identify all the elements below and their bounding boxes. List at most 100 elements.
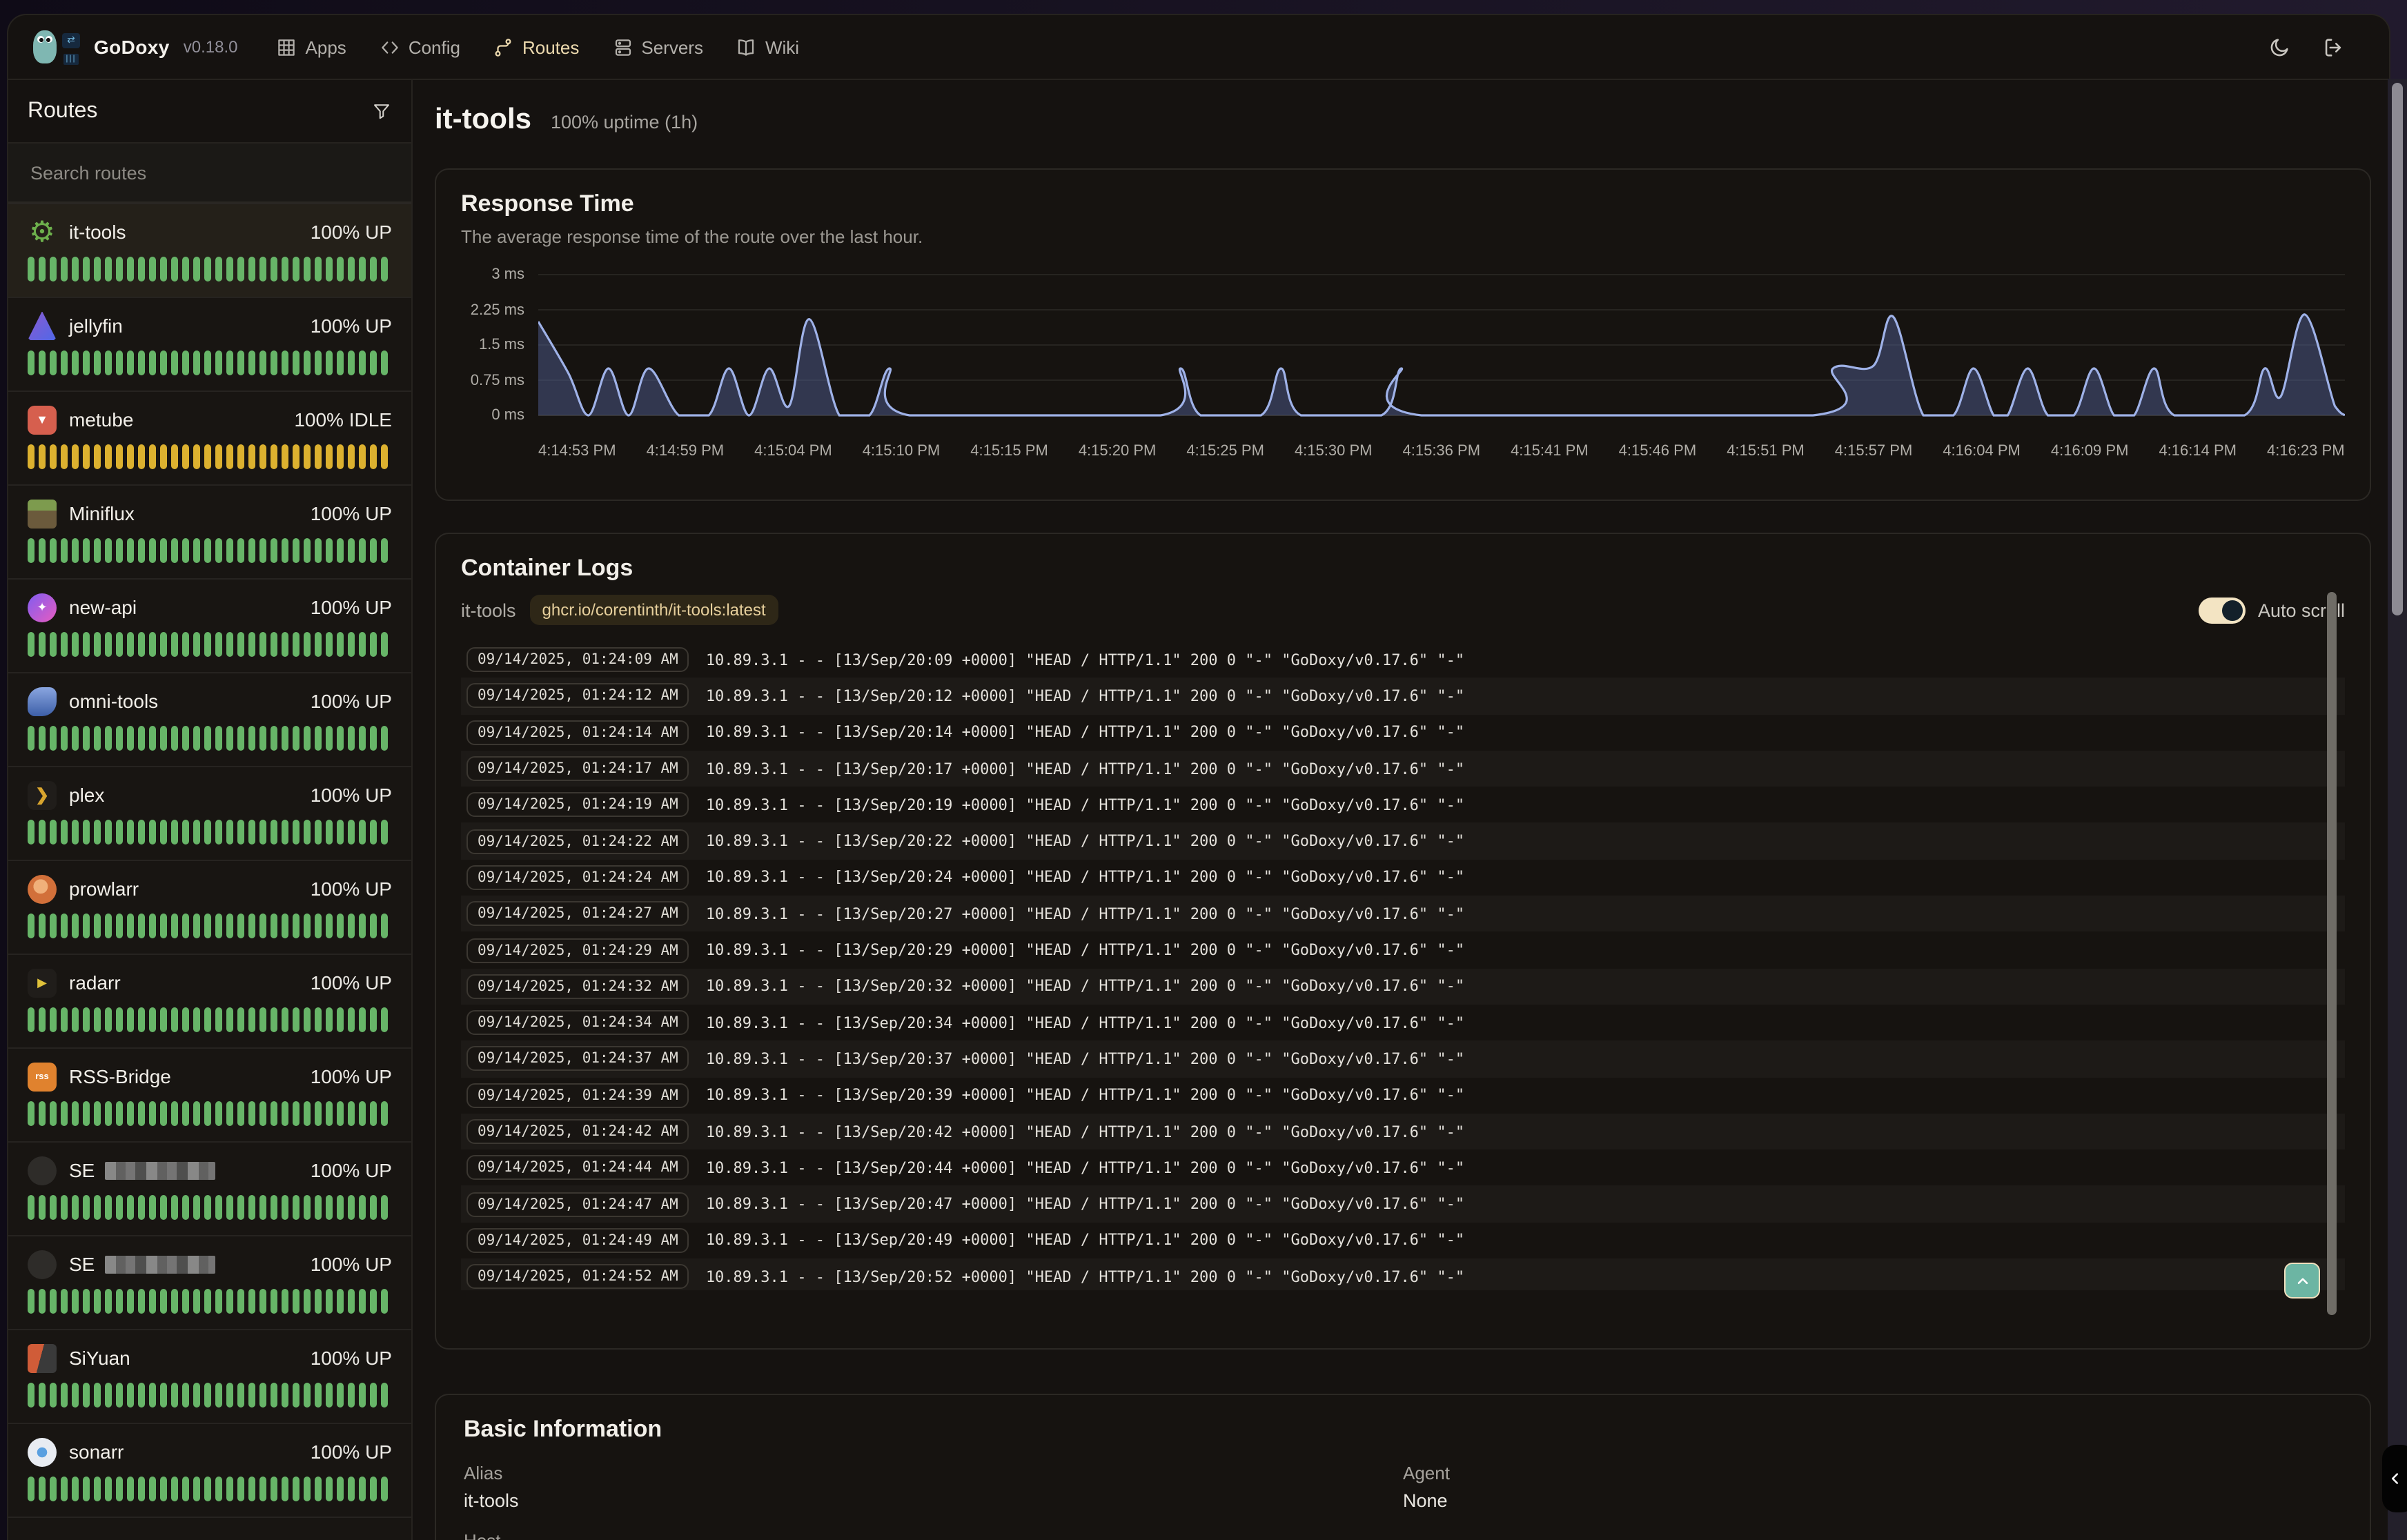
- route-item[interactable]: ✦new-api100% UP: [8, 580, 411, 673]
- log-timestamp: 09/14/2025, 01:24:42 AM: [466, 1119, 689, 1144]
- it-tools-icon: ⚙: [28, 217, 57, 246]
- log-timestamp: 09/14/2025, 01:24:12 AM: [466, 684, 689, 709]
- nav-item-label: Servers: [641, 37, 703, 57]
- log-row: 09/14/2025, 01:24:42 AM 10.89.3.1 - - [13…: [461, 1114, 2345, 1150]
- search-input[interactable]: [28, 161, 392, 184]
- log-timestamp: 09/14/2025, 01:24:29 AM: [466, 938, 689, 962]
- page-header: it-tools 100% uptime (1h): [435, 103, 2371, 145]
- route-item[interactable]: rssRSS-Bridge100% UP: [8, 1049, 411, 1143]
- x-tick-label: 4:15:04 PM: [754, 443, 832, 460]
- uptime-bars: [28, 1101, 392, 1126]
- theme-toggle-button[interactable]: [2268, 35, 2291, 59]
- log-message: 10.89.3.1 - - [13/Sep/20:42 +0000] "HEAD…: [706, 1123, 1464, 1141]
- x-tick-label: 4:15:10 PM: [863, 443, 941, 460]
- route-status: 100% UP: [311, 690, 392, 712]
- y-tick-label: 0 ms: [491, 407, 524, 424]
- route-item[interactable]: ▼metube100% IDLE: [8, 392, 411, 486]
- route-name: SE: [69, 1159, 215, 1181]
- container-name: it-tools: [461, 600, 516, 620]
- route-item[interactable]: jellyfin 100% UP: [8, 298, 411, 392]
- field-label: Alias: [464, 1463, 1403, 1483]
- log-message: 10.89.3.1 - - [13/Sep/20:29 +0000] "HEAD…: [706, 941, 1464, 959]
- log-scrollbar-thumb[interactable]: [2327, 592, 2337, 1315]
- route-status: 100% UP: [311, 221, 392, 243]
- log-message: 10.89.3.1 - - [13/Sep/20:52 +0000] "HEAD…: [706, 1267, 1464, 1285]
- log-timestamp: 09/14/2025, 01:24:17 AM: [466, 756, 689, 781]
- x-tick-label: 4:16:14 PM: [2159, 443, 2237, 460]
- log-message: 10.89.3.1 - - [13/Sep/20:19 +0000] "HEAD…: [706, 796, 1464, 814]
- nav-item-routes[interactable]: Routes: [493, 37, 579, 57]
- x-tick-label: 4:15:57 PM: [1835, 443, 1913, 460]
- log-timestamp: 09/14/2025, 01:24:22 AM: [466, 829, 689, 853]
- route-item[interactable]: sonarr100% UP: [8, 1424, 411, 1518]
- uptime-bars: [28, 726, 392, 751]
- route-item[interactable]: SE100% UP: [8, 1236, 411, 1330]
- new-api-icon: ✦: [28, 593, 57, 622]
- x-tick-label: 4:14:59 PM: [647, 443, 725, 460]
- log-row: 09/14/2025, 01:24:27 AM10.89.3.1 - - [13…: [461, 896, 2345, 932]
- uptime-bars: [28, 1195, 392, 1220]
- chart-x-axis: 4:14:53 PM4:14:59 PM4:15:04 PM4:15:10 PM…: [538, 443, 2345, 460]
- route-item[interactable]: SiYuan100% UP: [8, 1330, 411, 1424]
- route-item[interactable]: ▶radarr100% UP: [8, 955, 411, 1049]
- page-title: it-tools: [435, 103, 531, 137]
- page-scrollbar-thumb[interactable]: [2392, 83, 2403, 615]
- x-tick-label: 4:15:51 PM: [1727, 443, 1805, 460]
- log-row: 09/14/2025, 01:24:24 AM10.89.3.1 - - [13…: [461, 860, 2345, 896]
- server-chip-icon: |||: [63, 54, 79, 65]
- route-item[interactable]: omni-tools100% UP: [8, 673, 411, 767]
- route-item[interactable]: ❯plex100% UP: [8, 767, 411, 861]
- filter-icon[interactable]: [371, 101, 392, 121]
- proxy-arrows-icon: ⇄: [62, 33, 80, 48]
- siyuan-icon: [28, 1343, 57, 1372]
- uptime-bars: [28, 1289, 392, 1314]
- route-item[interactable]: ⚙it-tools100% UP: [8, 204, 411, 298]
- nav-item-apps[interactable]: Apps: [277, 37, 346, 57]
- uptime-bars: [28, 1477, 392, 1501]
- log-timestamp: 09/14/2025, 01:24:14 AM: [466, 720, 689, 744]
- log-row: 09/14/2025, 01:24:39 AM10.89.3.1 - - [13…: [461, 1077, 2345, 1114]
- logout-button[interactable]: [2321, 35, 2345, 59]
- nav-item-label: Apps: [306, 37, 346, 57]
- route-status: 100% UP: [311, 315, 392, 337]
- container-logs-title: Container Logs: [461, 555, 2345, 582]
- page-scrollbar[interactable]: [2388, 79, 2407, 1540]
- route-item[interactable]: SE100% UP: [8, 1143, 411, 1236]
- gopher-mascot-icon: [33, 30, 57, 63]
- drawer-handle[interactable]: [2382, 1445, 2407, 1512]
- log-message: 10.89.3.1 - - [13/Sep/20:17 +0000] "HEAD…: [706, 760, 1464, 778]
- log-timestamp: 09/14/2025, 01:24:47 AM: [466, 1192, 689, 1216]
- x-tick-label: 4:16:09 PM: [2051, 443, 2129, 460]
- nav-item-config[interactable]: Config: [380, 37, 460, 57]
- field-label: Host: [464, 1530, 1403, 1540]
- uptime-bars: [28, 1007, 392, 1032]
- log-timestamp: 09/14/2025, 01:24:39 AM: [466, 1083, 689, 1107]
- route-status: 100% UP: [311, 971, 392, 994]
- chevron-up-icon: [2293, 1272, 2311, 1290]
- log-row: 09/14/2025, 01:24:29 AM 10.89.3.1 - - [13…: [461, 932, 2345, 969]
- log-message: 10.89.3.1 - - [13/Sep/20:14 +0000] "HEAD…: [706, 723, 1464, 741]
- auto-scroll-toggle[interactable]: [2199, 597, 2246, 623]
- nav-item-label: Routes: [522, 37, 579, 57]
- x-tick-label: 4:15:46 PM: [1619, 443, 1697, 460]
- log-message: 10.89.3.1 - - [13/Sep/20:44 +0000] "HEAD…: [706, 1159, 1464, 1177]
- route-item[interactable]: Miniflux100% UP: [8, 486, 411, 580]
- nav-item-wiki[interactable]: Wiki: [736, 37, 799, 57]
- log-message: 10.89.3.1 - - [13/Sep/20:49 +0000] "HEAD…: [706, 1232, 1464, 1250]
- route-item[interactable]: prowlarr100% UP: [8, 861, 411, 955]
- log-list: 09/14/2025, 01:24:09 AM10.89.3.1 - - [13…: [461, 642, 2345, 1290]
- main-content: it-tools 100% uptime (1h) Response Time …: [413, 79, 2389, 1540]
- route-name: jellyfin: [69, 315, 123, 337]
- nav-item-servers[interactable]: Servers: [612, 37, 703, 57]
- field-value: it-tools: [464, 1490, 1403, 1511]
- route-name: Miniflux: [69, 502, 135, 524]
- omni-tools-icon: [28, 687, 57, 715]
- log-row: 09/14/2025, 01:24:32 AM10.89.3.1 - - [13…: [461, 968, 2345, 1005]
- field-alias: Alias it-tools: [464, 1463, 1403, 1511]
- uptime-bars: [28, 538, 392, 563]
- nav-item-label: Config: [409, 37, 460, 57]
- letter-avatar-icon: [28, 1156, 57, 1185]
- route-status: 100% UP: [311, 784, 392, 806]
- y-tick-label: 3 ms: [491, 266, 524, 283]
- scroll-to-top-button[interactable]: [2284, 1263, 2320, 1299]
